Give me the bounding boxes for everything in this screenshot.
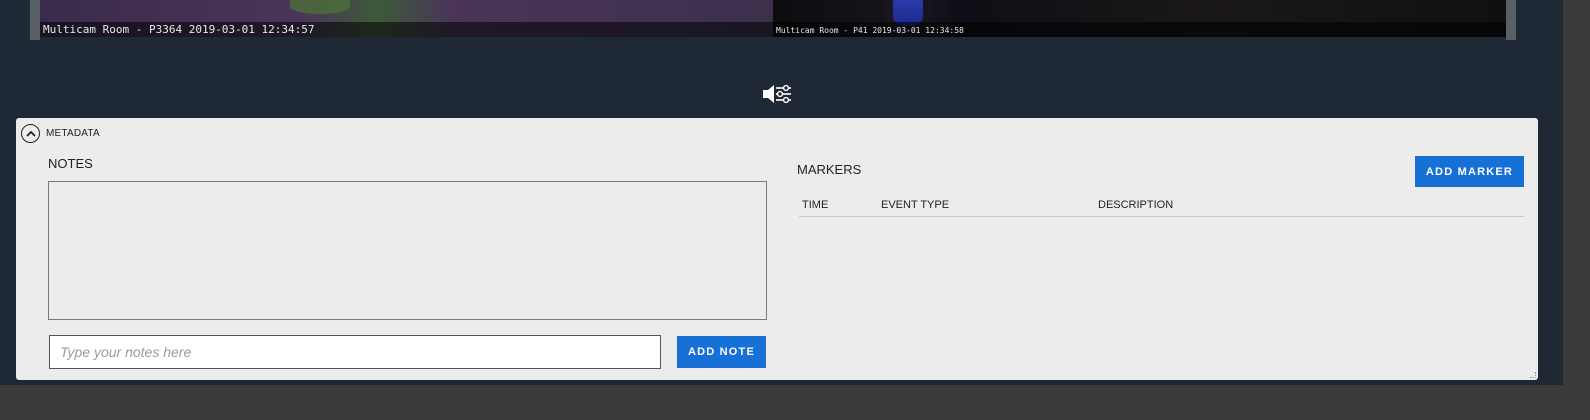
audio-settings-button[interactable] bbox=[762, 83, 792, 105]
video-tile-edge bbox=[1506, 0, 1516, 40]
speaker-sliders-icon bbox=[763, 84, 791, 104]
markers-table: TIME EVENT TYPE DESCRIPTION bbox=[799, 197, 1524, 217]
video-tile-right[interactable]: Multicam Room - P41 2019-03-01 12:34:58 bbox=[773, 0, 1506, 37]
video-tile-left[interactable]: Multicam Room - P3364 2019-03-01 12:34:5… bbox=[40, 0, 788, 37]
markers-table-header: TIME EVENT TYPE DESCRIPTION bbox=[799, 197, 1524, 217]
metadata-title: METADATA bbox=[46, 128, 100, 139]
resize-grip[interactable] bbox=[1530, 372, 1536, 378]
chevron-up-circle-icon[interactable] bbox=[21, 124, 40, 143]
notes-input[interactable] bbox=[49, 335, 661, 369]
notes-display-area bbox=[48, 181, 767, 320]
video-caption-right: Multicam Room - P41 2019-03-01 12:34:58 bbox=[776, 26, 964, 35]
metadata-panel: METADATA NOTES ADD NOTE MARKERS ADD MARK… bbox=[16, 118, 1538, 380]
column-header-event-type[interactable]: EVENT TYPE bbox=[881, 199, 949, 211]
window-edge bbox=[1563, 0, 1590, 420]
notes-title: NOTES bbox=[48, 156, 93, 171]
add-marker-button[interactable]: ADD MARKER bbox=[1415, 156, 1524, 187]
add-note-button[interactable]: ADD NOTE bbox=[677, 336, 766, 368]
metadata-toggle[interactable]: METADATA bbox=[21, 124, 100, 143]
column-header-description[interactable]: DESCRIPTION bbox=[1098, 199, 1173, 211]
window-bottom-edge bbox=[0, 385, 1590, 420]
markers-title: MARKERS bbox=[797, 162, 862, 177]
video-caption-left: Multicam Room - P3364 2019-03-01 12:34:5… bbox=[43, 23, 315, 36]
column-header-time[interactable]: TIME bbox=[802, 199, 828, 211]
video-tile-edge bbox=[30, 0, 40, 40]
video-frame-content bbox=[290, 0, 350, 14]
